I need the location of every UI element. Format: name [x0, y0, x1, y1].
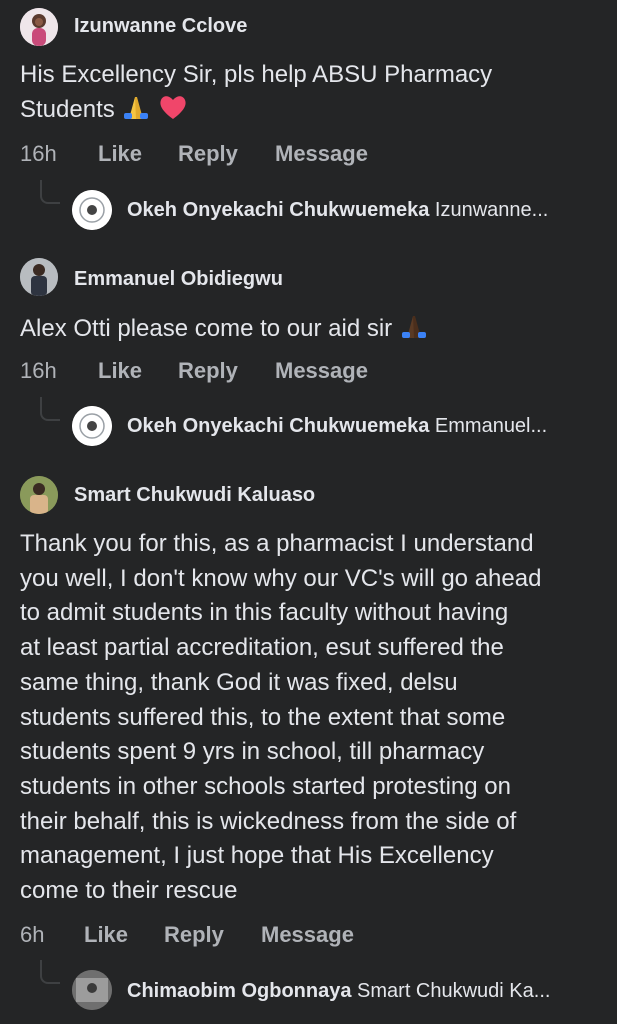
comment-author[interactable]: Izunwanne Cclove: [74, 15, 247, 38]
comment-text-fragment: Alex Otti please come to our aid sir: [20, 315, 393, 342]
reply-button[interactable]: Reply: [178, 141, 275, 167]
comment-1: Izunwanne Cclove His Excellency Sir, pls…: [0, 0, 617, 240]
reply-avatar[interactable]: [72, 406, 112, 446]
avatar[interactable]: [20, 258, 58, 296]
reply-author[interactable]: Okeh Onyekachi Chukwuemeka: [127, 199, 429, 221]
reply-author[interactable]: Chimaobim Ogbonnaya: [127, 980, 351, 1002]
comment-2: Emmanuel Obidiegwu Alex Otti please come…: [0, 240, 617, 460]
avatar[interactable]: [20, 476, 58, 514]
comment-author[interactable]: Smart Chukwudi Kaluaso: [74, 484, 315, 507]
comment-text-line: management, I just hope that His Excelle…: [20, 842, 494, 870]
comment-text-line: their behalf, this is wickedness from th…: [20, 807, 517, 835]
reply-avatar[interactable]: [72, 970, 112, 1010]
comment-text-line: students spent 9 yrs in school, till pha…: [20, 738, 485, 766]
comment-text-line: Thank you for this, as a pharmacist I un…: [20, 530, 534, 557]
comment-actions: 16h Like Reply Message: [20, 358, 368, 384]
comment-text-fragment: Students: [20, 95, 115, 123]
comment-text: Alex Otti please come to our aid sir: [20, 312, 610, 347]
timestamp[interactable]: 16h: [20, 141, 98, 167]
comment-text-line: students suffered this, to the extent th…: [20, 703, 506, 731]
reply-button[interactable]: Reply: [164, 922, 261, 948]
reply-preview[interactable]: Okeh Onyekachi Chukwuemeka Emmanuel...: [127, 415, 607, 438]
reply-snippet: Emmanuel...: [434, 415, 548, 437]
comment-text-line: His Excellency Sir, pls help ABSU Pharma…: [20, 61, 493, 88]
like-button[interactable]: Like: [98, 141, 178, 167]
message-button[interactable]: Message: [261, 922, 354, 948]
folded-hands-icon: [401, 316, 426, 338]
comment-3: Smart Chukwudi Kaluaso Thank you for thi…: [0, 460, 617, 1024]
red-heart-icon: [160, 95, 186, 119]
thread-connector: [40, 960, 60, 984]
comment-text-line: students in other schools started protes…: [20, 772, 511, 800]
reply-snippet: Smart Chukwudi Ka...: [357, 980, 551, 1002]
comment-text-line: to admit students in this faculty withou…: [20, 599, 509, 627]
timestamp[interactable]: 6h: [20, 922, 84, 948]
comment-text-line: at least partial accreditation, esut suf…: [20, 634, 504, 662]
comment-actions: 16h Like Reply Message: [20, 141, 368, 167]
comment-text-line: Students: [20, 93, 610, 128]
like-button[interactable]: Like: [98, 358, 178, 384]
folded-hands-icon: [124, 96, 149, 119]
message-button[interactable]: Message: [275, 358, 368, 384]
comment-text: His Excellency Sir, pls help ABSU Pharma…: [20, 58, 610, 127]
comment-text: Thank you for this, as a pharmacist I un…: [20, 527, 610, 909]
reply-avatar[interactable]: [72, 190, 112, 230]
thread-connector: [40, 180, 60, 204]
avatar[interactable]: [20, 8, 58, 46]
reply-button[interactable]: Reply: [178, 358, 275, 384]
comment-author[interactable]: Emmanuel Obidiegwu: [74, 268, 283, 291]
reply-preview[interactable]: Okeh Onyekachi Chukwuemeka Izunwanne...: [127, 199, 607, 222]
comment-text-line: same thing, thank God it was fixed, dels…: [20, 668, 458, 696]
comment-actions: 6h Like Reply Message: [20, 922, 354, 948]
thread-connector: [40, 397, 60, 421]
timestamp[interactable]: 16h: [20, 358, 98, 384]
reply-snippet: Izunwanne...: [434, 199, 549, 221]
like-button[interactable]: Like: [84, 922, 164, 948]
message-button[interactable]: Message: [275, 141, 368, 167]
comment-text-line: you well, I don't know why our VC's will…: [20, 564, 542, 592]
reply-author[interactable]: Okeh Onyekachi Chukwuemeka: [127, 415, 429, 437]
comment-text-line: come to their rescue: [20, 877, 238, 905]
reply-preview[interactable]: Chimaobim Ogbonnaya Smart Chukwudi Ka...: [127, 980, 607, 1003]
